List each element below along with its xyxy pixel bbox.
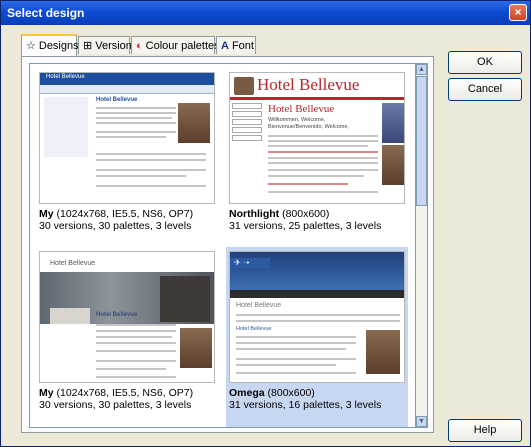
select-design-dialog: Select design × ☆ Designs ⊞ Versions ◐ Colo… [0,0,531,447]
arrow-down-icon: ▼ [418,418,425,425]
tab-label: Designs [38,40,79,52]
scroll-up-button[interactable]: ▲ [416,64,427,75]
help-button[interactable]: Help [448,419,522,442]
font-icon: A [221,39,229,52]
design-gallery[interactable]: Hotel Bellevue Hotel Bellevue My (1024x7… [29,63,416,428]
designs-panel: Hotel Bellevue Hotel Bellevue My (1024x7… [21,56,434,433]
gallery-scrollbar[interactable]: ▲ ▼ [416,63,428,428]
design-card-my-alt[interactable]: Hotel Bellevue Hotel Bellevue My (1024x7… [36,247,218,427]
close-button[interactable]: × [509,4,527,21]
design-name: My [39,387,54,399]
palette-icon: ◐ [136,39,143,52]
thumbnail-heading: Hotel Bellevue [96,312,138,318]
design-name: Omega [229,387,265,399]
thumbnail-site-title: Hotel Bellevue [46,74,85,80]
grid-icon: ⊞ [83,39,93,52]
tab-label: Colour palettes [145,39,220,52]
design-caption: Omega (800x600) 31 versions, 16 palettes… [229,387,381,411]
design-card-northlight[interactable]: Hotel Bellevue Hotel Bellevue Willkommen… [226,68,408,248]
ok-button[interactable]: OK [448,51,522,74]
design-caption: My (1024x768, IE5.5, NS6, OP7) 30 versio… [39,208,193,232]
design-caption: My (1024x768, IE5.5, NS6, OP7) 30 versio… [39,387,193,411]
thumbnail-site-title: Hotel Bellevue [236,302,282,309]
close-icon: × [514,5,522,19]
design-thumbnail: Hotel Bellevue Hotel Bellevue [39,251,215,383]
design-thumbnail: Hotel Bellevue Hotel Bellevue [39,72,215,204]
tab-versions[interactable]: ⊞ Versions [78,36,137,54]
star-icon: ☆ [26,40,36,52]
design-details: 30 versions, 30 palettes, 3 levels [39,399,192,411]
thumbnail-subheading: Willkommen, Welcome, Bienvenue/Benvenido… [268,117,349,130]
tab-label: Font [231,39,254,52]
design-card-my[interactable]: Hotel Bellevue Hotel Bellevue My (1024x7… [36,68,218,248]
design-name: My [39,208,54,220]
thumbnail-site-title: Hotel Bellevue [50,260,96,267]
arrow-up-icon: ▲ [418,66,425,73]
design-spec: (1024x768, IE5.5, NS6, OP7) [53,387,194,399]
design-spec: (800x600) [264,387,315,399]
design-spec: (800x600) [279,208,330,220]
scroll-thumb[interactable] [416,76,427,206]
thumbnail-heading: Hotel Bellevue [268,103,335,115]
design-name: Northlight [229,208,280,220]
tab-colour-palettes[interactable]: ◐ Colour palettes [131,36,220,54]
design-details: 31 versions, 16 palettes, 3 levels [229,399,382,411]
window-title: Select design [7,6,85,20]
title-bar[interactable]: Select design × [1,1,530,25]
thumbnail-heading: Hotel Bellevue [96,97,138,103]
design-caption: Northlight (800x600) 31 versions, 25 pal… [229,208,381,232]
cancel-button[interactable]: Cancel [448,78,522,101]
tab-designs[interactable]: ☆ Designs [21,34,79,56]
design-details: 30 versions, 30 palettes, 3 levels [39,220,192,232]
tab-font[interactable]: A Font [216,36,256,54]
thumbnail-site-title: Hotel Bellevue [257,75,360,94]
design-thumbnail: ✈ ➝ Hotel Bellevue Hotel Bellevue [229,251,405,383]
design-thumbnail: Hotel Bellevue Hotel Bellevue Willkommen… [229,72,405,204]
scroll-down-button[interactable]: ▼ [416,416,427,427]
design-card-omega[interactable]: ✈ ➝ Hotel Bellevue Hotel Bellevue Omega … [226,247,408,427]
design-details: 31 versions, 25 palettes, 3 levels [229,220,382,232]
design-spec: (1024x768, IE5.5, NS6, OP7) [53,208,194,220]
thumbnail-heading: Hotel Bellevue [236,326,272,332]
